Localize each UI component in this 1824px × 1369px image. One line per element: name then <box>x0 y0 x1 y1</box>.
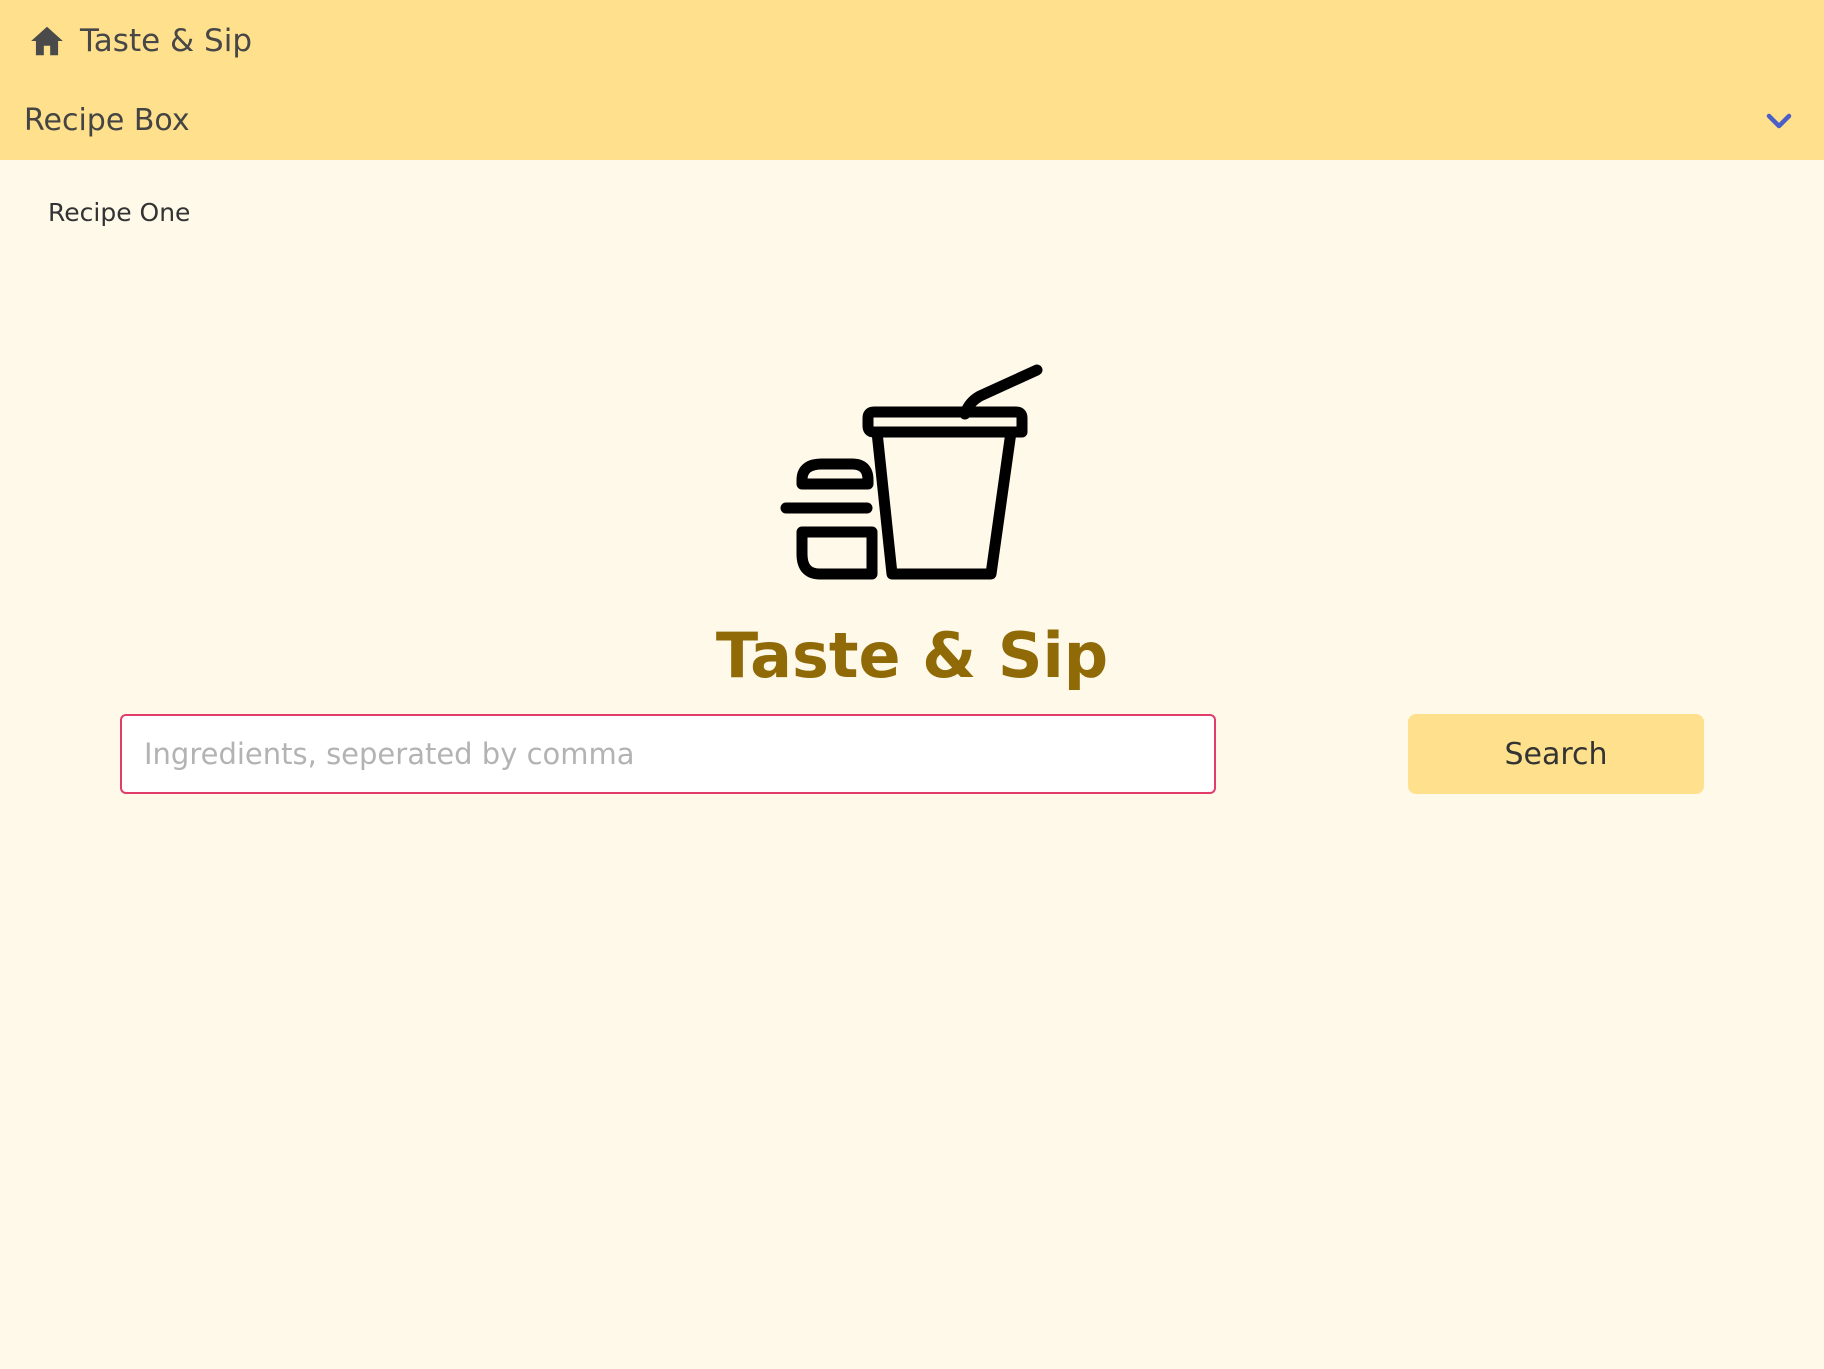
ingredients-search-input[interactable] <box>120 714 1216 794</box>
brand-label: Taste & Sip <box>80 22 253 59</box>
recipe-box-dropdown-toggle[interactable]: Recipe Box <box>0 90 1824 152</box>
hero-title: Taste & Sip <box>715 619 1109 692</box>
brand-home-link[interactable]: Taste & Sip <box>28 18 252 64</box>
burger-and-drink-icon <box>780 358 1046 584</box>
dropdown-label: Recipe Box <box>24 103 190 138</box>
dropdown-item-recipe-one[interactable]: Recipe One <box>48 198 190 228</box>
home-icon <box>28 22 66 60</box>
search-button[interactable]: Search <box>1408 714 1704 794</box>
top-navbar: Taste & Sip Recipe Box <box>0 0 1824 160</box>
chevron-down-icon[interactable] <box>1764 106 1794 136</box>
